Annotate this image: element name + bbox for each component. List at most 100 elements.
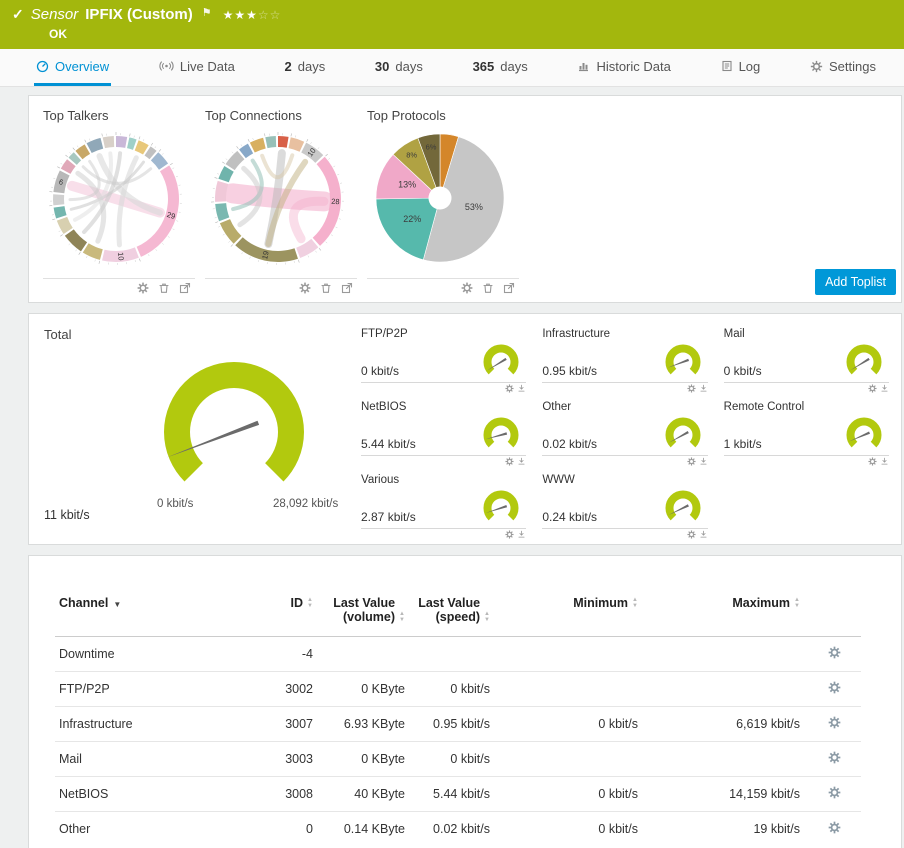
download-icon[interactable] — [517, 457, 526, 466]
top-talkers-chord-chart[interactable]: 29106 — [43, 125, 189, 271]
toplist-settings-icon[interactable] — [299, 282, 311, 294]
gear-icon[interactable] — [505, 530, 514, 539]
cell-speed: 5.44 kbit/s — [409, 776, 494, 812]
channel-settings-icon[interactable] — [828, 681, 841, 694]
gear-icon[interactable] — [828, 716, 841, 729]
gear-icon[interactable] — [828, 646, 841, 659]
gear-icon[interactable] — [828, 751, 841, 764]
tab-2-days[interactable]: 2 days — [283, 49, 328, 86]
delete-toplist-icon[interactable] — [158, 282, 170, 294]
tab-historic-data[interactable]: Historic Data — [575, 49, 672, 86]
gear-icon[interactable] — [299, 282, 311, 294]
tab-log[interactable]: Log — [719, 49, 763, 86]
download-icon[interactable] — [699, 457, 708, 466]
gauge-settings-icon[interactable] — [505, 384, 514, 393]
delete-toplist-icon[interactable] — [482, 282, 494, 294]
tab-overview[interactable]: Overview — [34, 49, 112, 86]
download-icon[interactable] — [699, 530, 708, 539]
download-icon[interactable] — [699, 457, 708, 466]
sort-icons[interactable]: ▲ ▼ — [307, 597, 313, 609]
gauge-settings-icon[interactable] — [505, 530, 514, 539]
table-row[interactable]: FTP/P2P 3002 0 KByte 0 kbit/s — [55, 671, 861, 707]
gear-icon[interactable] — [828, 681, 841, 694]
trash-icon[interactable] — [158, 282, 170, 294]
sort-icons[interactable]: ▲ ▼ — [794, 597, 800, 609]
gear-icon[interactable] — [137, 282, 149, 294]
col-header-last-value-volume[interactable]: Last Value (volume) ▲ ▼ — [317, 590, 409, 637]
sort-icons[interactable]: ▲ ▼ — [632, 597, 638, 609]
svg-text:8%: 8% — [406, 150, 417, 159]
top-protocols-pie-chart[interactable]: 53% 22% 13% 8% 6% — [367, 125, 513, 271]
open-toplist-icon[interactable] — [179, 282, 191, 294]
download-icon[interactable] — [699, 384, 708, 393]
open-toplist-icon[interactable] — [341, 282, 353, 294]
gauge-settings-icon[interactable] — [868, 384, 877, 393]
stars-filled[interactable]: ★★★ — [223, 8, 258, 22]
stars-empty[interactable]: ☆☆ — [258, 8, 282, 22]
download-icon[interactable] — [880, 457, 889, 466]
table-row[interactable]: Other 0 0.14 KByte 0.02 kbit/s 0 kbit/s 19 kb… — [55, 811, 861, 846]
col-header-maximum[interactable]: Maximum ▲ ▼ — [642, 590, 804, 637]
gear-icon[interactable] — [687, 457, 696, 466]
download-icon[interactable] — [517, 530, 526, 539]
col-header-last-value-speed[interactable]: Last Value (speed) ▲ ▼ — [409, 590, 494, 637]
download-icon[interactable] — [517, 457, 526, 466]
channel-settings-icon[interactable] — [828, 786, 841, 799]
flag-icon[interactable]: ⚑ — [202, 6, 212, 19]
download-icon[interactable] — [880, 384, 889, 393]
gauge-settings-icon[interactable] — [687, 530, 696, 539]
priority-stars[interactable]: ★★★☆☆ — [223, 8, 282, 22]
gear-icon[interactable] — [687, 384, 696, 393]
table-row[interactable]: Downtime -4 — [55, 637, 861, 672]
open-toplist-icon[interactable] — [503, 282, 515, 294]
gear-icon[interactable] — [828, 821, 841, 834]
toplist-settings-icon[interactable] — [461, 282, 473, 294]
tab-30-days[interactable]: 30 days — [373, 49, 425, 86]
tab-settings[interactable]: Settings — [808, 49, 878, 86]
download-icon[interactable] — [517, 384, 526, 393]
col-header-minimum[interactable]: Minimum ▲ ▼ — [494, 590, 642, 637]
tab-365-days[interactable]: 365 days — [471, 49, 530, 86]
download-icon[interactable] — [517, 530, 526, 539]
external-link-icon[interactable] — [179, 282, 191, 294]
col-header-id[interactable]: ID ▲ ▼ — [255, 590, 317, 637]
gauge-settings-icon[interactable] — [868, 457, 877, 466]
gear-icon[interactable] — [868, 457, 877, 466]
channel-settings-icon[interactable] — [828, 646, 841, 659]
table-row[interactable]: Infrastructure 3007 6.93 KByte 0.95 kbit/s 0… — [55, 706, 861, 742]
external-link-icon[interactable] — [341, 282, 353, 294]
channel-gauge — [665, 417, 701, 448]
gear-icon[interactable] — [687, 530, 696, 539]
download-icon[interactable] — [699, 530, 708, 539]
col-header-channel[interactable]: Channel ▼ — [55, 590, 255, 637]
trash-icon[interactable] — [320, 282, 332, 294]
channel-settings-icon[interactable] — [828, 751, 841, 764]
download-icon[interactable] — [699, 384, 708, 393]
gear-icon[interactable] — [828, 786, 841, 799]
gear-icon[interactable] — [505, 457, 514, 466]
channel-gauge — [483, 490, 519, 521]
add-toplist-button[interactable]: Add Toplist — [815, 269, 896, 295]
sort-icons[interactable]: ▲ ▼ — [399, 611, 405, 623]
gear-icon[interactable] — [505, 384, 514, 393]
table-row[interactable]: NetBIOS 3008 40 KByte 5.44 kbit/s 0 kbit/s 14… — [55, 776, 861, 812]
external-link-icon[interactable] — [503, 282, 515, 294]
tab-live-data[interactable]: Live Data — [157, 49, 237, 86]
trash-icon[interactable] — [482, 282, 494, 294]
download-icon[interactable] — [880, 384, 889, 393]
download-icon[interactable] — [517, 384, 526, 393]
channel-settings-icon[interactable] — [828, 821, 841, 834]
toplist-settings-icon[interactable] — [137, 282, 149, 294]
channel-settings-icon[interactable] — [828, 716, 841, 729]
gear-icon[interactable] — [868, 384, 877, 393]
gauge-settings-icon[interactable] — [505, 457, 514, 466]
gear-icon[interactable] — [461, 282, 473, 294]
top-connections-chord-chart[interactable]: 102819 — [205, 125, 351, 271]
download-icon[interactable] — [880, 457, 889, 466]
gauge-settings-icon[interactable] — [687, 384, 696, 393]
sort-icons[interactable]: ▲ ▼ — [484, 611, 490, 623]
delete-toplist-icon[interactable] — [320, 282, 332, 294]
gauge-settings-icon[interactable] — [687, 457, 696, 466]
table-row[interactable]: Mail 3003 0 KByte 0 kbit/s — [55, 741, 861, 777]
channel-gauge-name: Various — [361, 474, 400, 486]
